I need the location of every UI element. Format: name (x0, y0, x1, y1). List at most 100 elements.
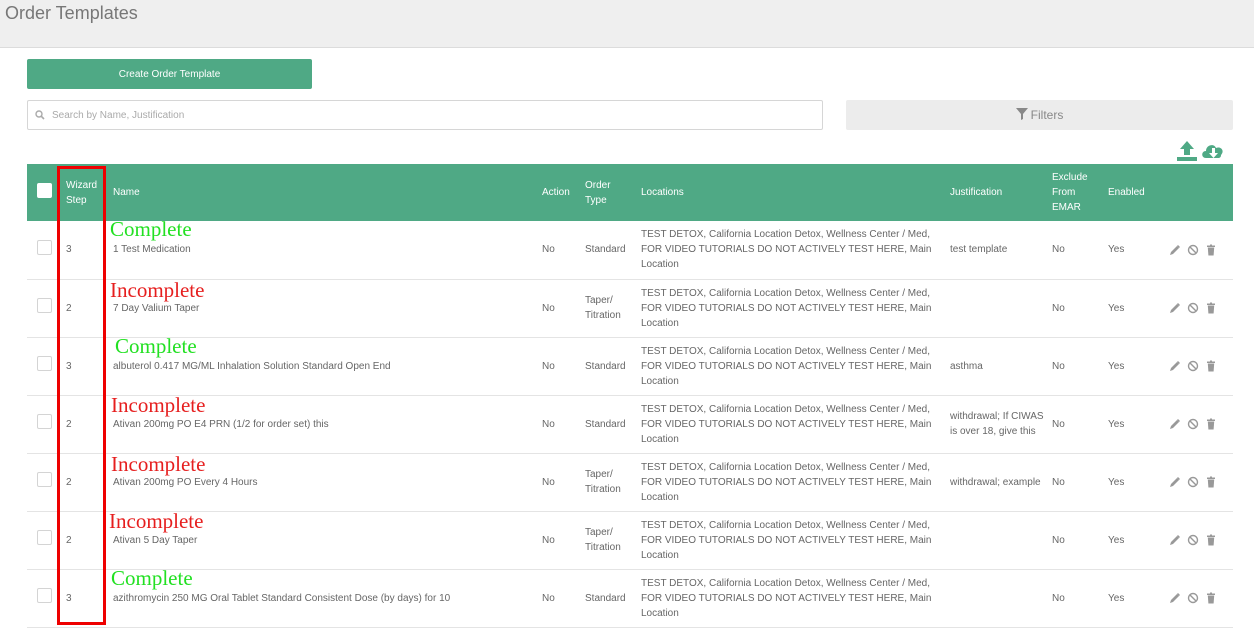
cell-exclude-from-emar: No (1052, 360, 1065, 372)
cell-locations: TEST DETOX, California Location Detox, W… (641, 461, 932, 503)
trash-icon[interactable] (1205, 592, 1217, 604)
cloud-download-icon[interactable] (1200, 140, 1226, 167)
table-row[interactable]: 3 albuterol 0.417 MG/ML Inhalation Soluti… (27, 337, 1233, 395)
cell-order-type: Taper/ Titration (585, 469, 621, 495)
page-title: Order Templates (5, 3, 138, 23)
ban-icon[interactable] (1187, 592, 1199, 604)
header-exclude-from-emar[interactable]: Exclude From EMAR (1048, 164, 1104, 221)
filters-label: Filters (1030, 108, 1064, 122)
header-enabled[interactable]: Enabled (1104, 164, 1165, 221)
trash-icon[interactable] (1205, 534, 1217, 546)
cell-enabled: Yes (1108, 476, 1125, 488)
table-row[interactable]: 3 azithromycin 250 MG Oral Tablet Standar… (27, 569, 1233, 627)
status-annotation: Complete (110, 217, 192, 241)
header-action[interactable]: Action (538, 164, 581, 221)
cell-exclude-from-emar: No (1052, 592, 1065, 604)
cell-justification: asthma (950, 360, 983, 372)
pencil-icon[interactable] (1169, 360, 1181, 372)
trash-icon[interactable] (1205, 302, 1217, 314)
cell-order-type: Standard (585, 360, 626, 372)
cell-justification (946, 569, 1048, 627)
ban-icon[interactable] (1187, 302, 1199, 314)
cell-justification: withdrawal; If CIWAS is over 18, give th… (950, 411, 1044, 437)
ban-icon[interactable] (1187, 418, 1199, 430)
cell-order-type: Standard (585, 418, 626, 430)
ban-icon[interactable] (1187, 244, 1199, 256)
cell-exclude-from-emar: No (1052, 534, 1065, 546)
pencil-icon[interactable] (1169, 302, 1181, 314)
cell-exclude-from-emar: No (1052, 302, 1065, 314)
row-actions (1169, 418, 1229, 430)
table-row[interactable]: 2 Ativan 5 Day Taper No Taper/ Titration TES… (27, 511, 1233, 569)
filters-button[interactable]: Filters (846, 100, 1233, 130)
funnel-icon (1015, 107, 1028, 123)
cell-enabled: Yes (1108, 302, 1125, 314)
cell-action: No (542, 244, 555, 256)
page-header: Order Templates (0, 0, 1254, 48)
row-checkbox[interactable] (37, 298, 52, 313)
trash-icon[interactable] (1205, 244, 1217, 256)
cell-action: No (542, 592, 555, 604)
row-checkbox[interactable] (37, 414, 52, 429)
cell-exclude-from-emar: No (1052, 418, 1065, 430)
row-checkbox[interactable] (37, 530, 52, 545)
table-row[interactable]: 31 Test Medication No Standard TEST DETOX, … (27, 221, 1233, 279)
cell-locations: TEST DETOX, California Location Detox, W… (641, 345, 932, 387)
row-actions (1169, 360, 1229, 372)
pencil-icon[interactable] (1169, 592, 1181, 604)
pencil-icon[interactable] (1169, 476, 1181, 488)
order-templates-table: Wizard Step Name Action Order Type Locat… (27, 164, 1233, 628)
cell-action: No (542, 360, 555, 372)
status-annotation: Complete (115, 334, 197, 358)
ban-icon[interactable] (1187, 534, 1199, 546)
row-actions (1169, 476, 1229, 488)
cell-justification: withdrawal; example (950, 476, 1041, 488)
trash-icon[interactable] (1205, 476, 1217, 488)
search-input[interactable] (52, 109, 822, 121)
row-checkbox[interactable] (37, 239, 52, 255)
cell-locations: TEST DETOX, California Location Detox, W… (641, 519, 932, 561)
cell-order-type: Standard (585, 592, 626, 604)
status-annotation: Incomplete (109, 509, 204, 533)
cell-justification: test template (950, 244, 1008, 256)
cell-action: No (542, 534, 555, 546)
cell-locations: TEST DETOX, California Location Detox, W… (641, 287, 932, 329)
cell-action: No (542, 476, 555, 488)
row-actions (1169, 302, 1229, 314)
header-order-type[interactable]: Order Type (581, 164, 637, 221)
row-checkbox[interactable] (37, 588, 52, 603)
row-actions (1169, 592, 1229, 604)
status-annotation: Incomplete (110, 278, 205, 302)
search-box[interactable] (27, 100, 823, 130)
cell-action: No (542, 302, 555, 314)
cell-order-type: Standard (585, 244, 626, 256)
header-locations[interactable]: Locations (637, 164, 946, 221)
row-checkbox[interactable] (37, 472, 52, 487)
cell-order-type: Taper/ Titration (585, 295, 621, 321)
header-justification[interactable]: Justification (946, 164, 1048, 221)
upload-icon[interactable] (1176, 140, 1198, 167)
import-export-icons (1176, 140, 1226, 167)
cell-exclude-from-emar: No (1052, 476, 1065, 488)
cell-locations: TEST DETOX, California Location Detox, W… (641, 229, 932, 271)
cell-justification (946, 511, 1048, 569)
trash-icon[interactable] (1205, 360, 1217, 372)
create-order-template-button[interactable]: Create Order Template (27, 59, 312, 89)
trash-icon[interactable] (1205, 418, 1217, 430)
header-name[interactable]: Name (109, 164, 538, 221)
table-row[interactable]: 27 Day Valium Taper No Taper/ Titration TES… (27, 279, 1233, 337)
cell-action: No (542, 418, 555, 430)
cell-enabled: Yes (1108, 360, 1125, 372)
pencil-icon[interactable] (1169, 534, 1181, 546)
ban-icon[interactable] (1187, 476, 1199, 488)
row-checkbox[interactable] (37, 356, 52, 371)
pencil-icon[interactable] (1169, 244, 1181, 256)
status-annotation: Incomplete (111, 393, 206, 417)
cell-exclude-from-emar: No (1052, 244, 1065, 256)
table-row[interactable]: 2 Ativan 200mg PO E4 PRN (1/2 for order s… (27, 395, 1233, 453)
status-annotation: Complete (111, 566, 193, 590)
table-row[interactable]: 2 Ativan 200mg PO Every 4 Hours No Taper/ T… (27, 453, 1233, 511)
ban-icon[interactable] (1187, 360, 1199, 372)
select-all-checkbox[interactable] (37, 182, 52, 198)
pencil-icon[interactable] (1169, 418, 1181, 430)
